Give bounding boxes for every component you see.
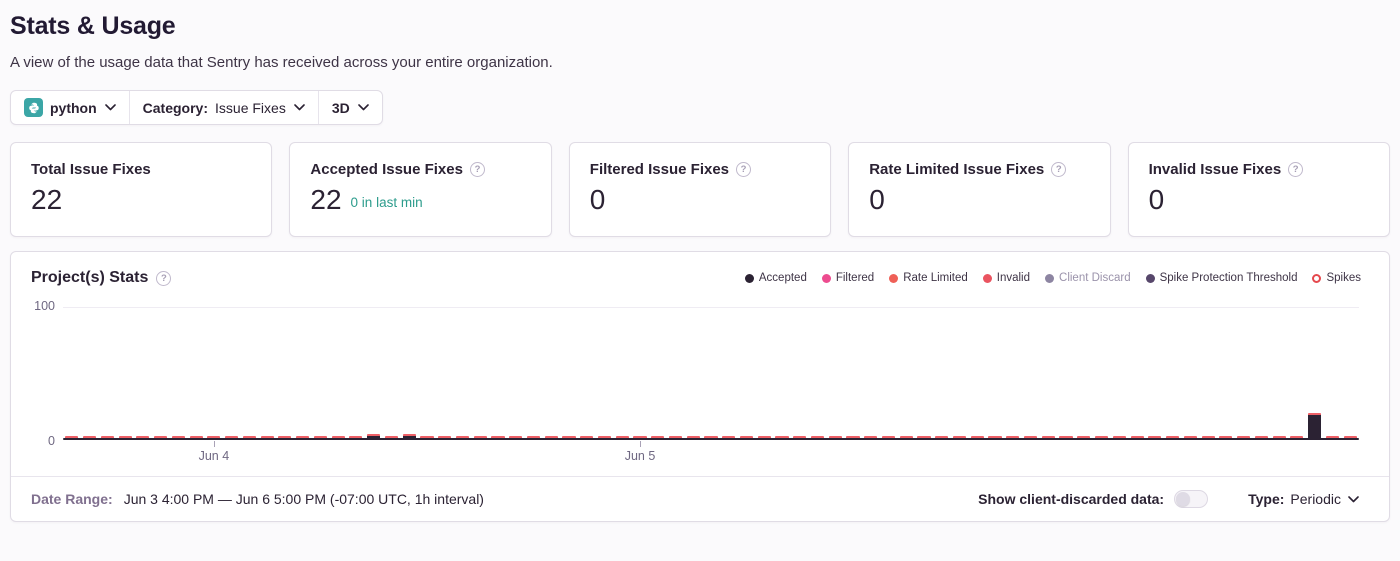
stat-card-trend: 0 in last min	[351, 195, 423, 214]
project-stats-panel: Project(s) Stats ? Accepted Filtered Rat…	[10, 251, 1390, 522]
legend-dot-icon	[1146, 274, 1155, 283]
legend-item-invalid[interactable]: Invalid	[983, 272, 1030, 284]
stat-card-label: Filtered Issue Fixes	[590, 161, 729, 178]
chart-legend: Accepted Filtered Rate Limited Invalid C…	[745, 272, 1361, 284]
toggle-knob	[1176, 492, 1190, 506]
date-range-value: Jun 3 4:00 PM — Jun 6 5:00 PM (-07:00 UT…	[124, 491, 484, 507]
help-icon[interactable]: ?	[736, 162, 751, 177]
type-label: Type:	[1248, 491, 1284, 507]
legend-dot-icon	[1045, 274, 1054, 283]
stat-card-value: 22	[31, 185, 62, 214]
help-icon[interactable]: ?	[156, 271, 171, 286]
project-filter-label: python	[50, 100, 97, 116]
stat-card-accepted: Accepted Issue Fixes ? 22 0 in last min	[289, 142, 551, 237]
x-axis-tick-label: Jun 4	[199, 449, 230, 463]
type-value: Periodic	[1290, 491, 1341, 507]
stat-card-value: 0	[1149, 185, 1165, 214]
type-dropdown[interactable]: Type: Periodic	[1248, 491, 1359, 507]
legend-item-filtered[interactable]: Filtered	[822, 272, 874, 284]
help-icon[interactable]: ?	[1051, 162, 1066, 177]
stat-card-total: Total Issue Fixes 22	[10, 142, 272, 237]
legend-item-rate-limited[interactable]: Rate Limited	[889, 272, 968, 284]
legend-dot-icon	[889, 274, 898, 283]
stat-card-invalid: Invalid Issue Fixes ? 0	[1128, 142, 1390, 237]
legend-item-spikes[interactable]: Spikes	[1312, 272, 1361, 284]
category-filter-label: Category:	[143, 100, 208, 116]
stat-card-value: 0	[590, 185, 606, 214]
stat-card-label: Accepted Issue Fixes	[310, 161, 463, 178]
project-filter-dropdown[interactable]: python	[11, 91, 129, 124]
page-subtitle: A view of the usage data that Sentry has…	[10, 54, 1390, 71]
legend-dot-icon	[745, 274, 754, 283]
stat-card-label: Total Issue Fixes	[31, 161, 151, 178]
stat-card-label: Rate Limited Issue Fixes	[869, 161, 1044, 178]
show-client-discard-label: Show client-discarded data:	[978, 491, 1164, 507]
chart-title: Project(s) Stats	[31, 269, 148, 287]
stat-card-value: 22	[310, 185, 341, 214]
chevron-down-icon	[105, 104, 116, 111]
chart-bars	[63, 307, 1359, 439]
help-icon[interactable]: ?	[1288, 162, 1303, 177]
chevron-down-icon	[1348, 496, 1359, 503]
category-filter-dropdown[interactable]: Category: Issue Fixes	[129, 91, 318, 124]
category-filter-value: Issue Fixes	[215, 100, 286, 116]
date-range-filter-label: 3D	[332, 100, 350, 116]
stat-cards-row: Total Issue Fixes 22 Accepted Issue Fixe…	[10, 142, 1390, 237]
filter-bar: python Category: Issue Fixes 3D	[10, 90, 383, 125]
stat-card-value: 0	[869, 185, 885, 214]
chart-plot: 100 0	[63, 307, 1359, 440]
date-range-label: Date Range:	[31, 491, 113, 507]
y-axis-label-min: 0	[17, 434, 55, 448]
x-axis-tick-label: Jun 5	[625, 449, 656, 463]
legend-item-spike-protection-threshold[interactable]: Spike Protection Threshold	[1146, 272, 1298, 284]
legend-item-client-discard[interactable]: Client Discard	[1045, 272, 1131, 284]
stat-card-rate-limited: Rate Limited Issue Fixes ? 0	[848, 142, 1110, 237]
page-title: Stats & Usage	[10, 0, 1390, 41]
chevron-down-icon	[358, 104, 369, 111]
chart-x-axis: Jun 4 Jun 5	[63, 440, 1359, 472]
client-discard-toggle[interactable]	[1174, 490, 1208, 508]
chevron-down-icon	[294, 104, 305, 111]
date-range-filter-dropdown[interactable]: 3D	[318, 91, 382, 124]
chart-footer: Date Range: Jun 3 4:00 PM — Jun 6 5:00 P…	[11, 476, 1389, 521]
legend-ring-icon	[1312, 274, 1321, 283]
help-icon[interactable]: ?	[470, 162, 485, 177]
stats-usage-page: Stats & Usage A view of the usage data t…	[0, 0, 1400, 522]
stat-card-filtered: Filtered Issue Fixes ? 0	[569, 142, 831, 237]
legend-item-accepted[interactable]: Accepted	[745, 272, 807, 284]
y-axis-label-max: 100	[17, 299, 55, 313]
python-logo-icon	[24, 98, 43, 117]
legend-dot-icon	[983, 274, 992, 283]
legend-dot-icon	[822, 274, 831, 283]
stat-card-label: Invalid Issue Fixes	[1149, 161, 1282, 178]
chart-bar	[1308, 413, 1321, 439]
